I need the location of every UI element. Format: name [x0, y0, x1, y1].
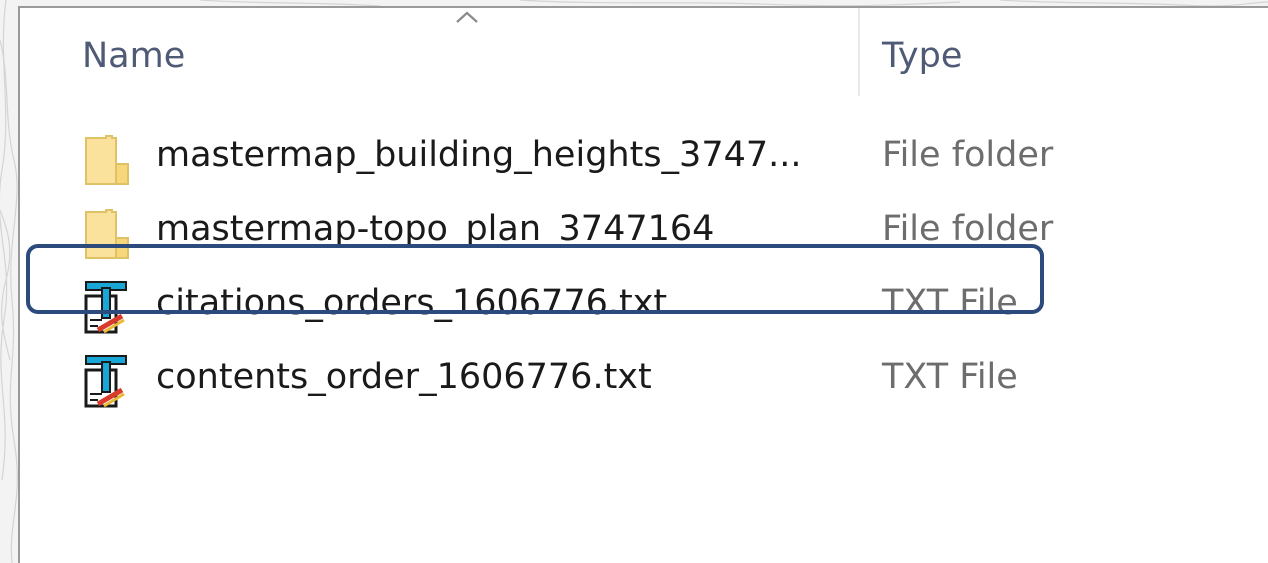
file-type: File folder — [882, 135, 1054, 175]
text-file-icon — [84, 281, 127, 334]
file-name: contents_order_1606776.txt — [156, 357, 652, 397]
file-type: File folder — [882, 209, 1054, 249]
file-row-citations-orders[interactable]: citations_orders_1606776.txt TXT File — [20, 268, 1240, 340]
chevron-up-icon[interactable] — [452, 8, 482, 26]
folder-icon — [85, 135, 129, 185]
folder-icon — [85, 209, 129, 259]
column-divider[interactable] — [858, 8, 860, 96]
file-list-pane: Name Type mastermap_building_heights_374… — [18, 6, 1268, 563]
file-row-contents-order[interactable]: contents_order_1606776.txt TXT File — [20, 342, 1240, 414]
file-name: mastermap-topo_plan_3747164 — [156, 209, 715, 249]
file-row-mastermap-building-heights[interactable]: mastermap_building_heights_3747... File … — [20, 120, 1240, 192]
column-header-row: Name Type — [20, 8, 1268, 104]
file-type: TXT File — [882, 283, 1018, 323]
column-header-type[interactable]: Type — [882, 34, 962, 78]
file-name: mastermap_building_heights_3747... — [156, 135, 802, 175]
file-name: citations_orders_1606776.txt — [156, 283, 668, 323]
text-file-icon — [84, 355, 127, 408]
file-type: TXT File — [882, 357, 1018, 397]
column-header-name[interactable]: Name — [82, 34, 185, 78]
file-row-mastermap-topo-plan[interactable]: mastermap-topo_plan_3747164 File folder — [20, 194, 1240, 266]
